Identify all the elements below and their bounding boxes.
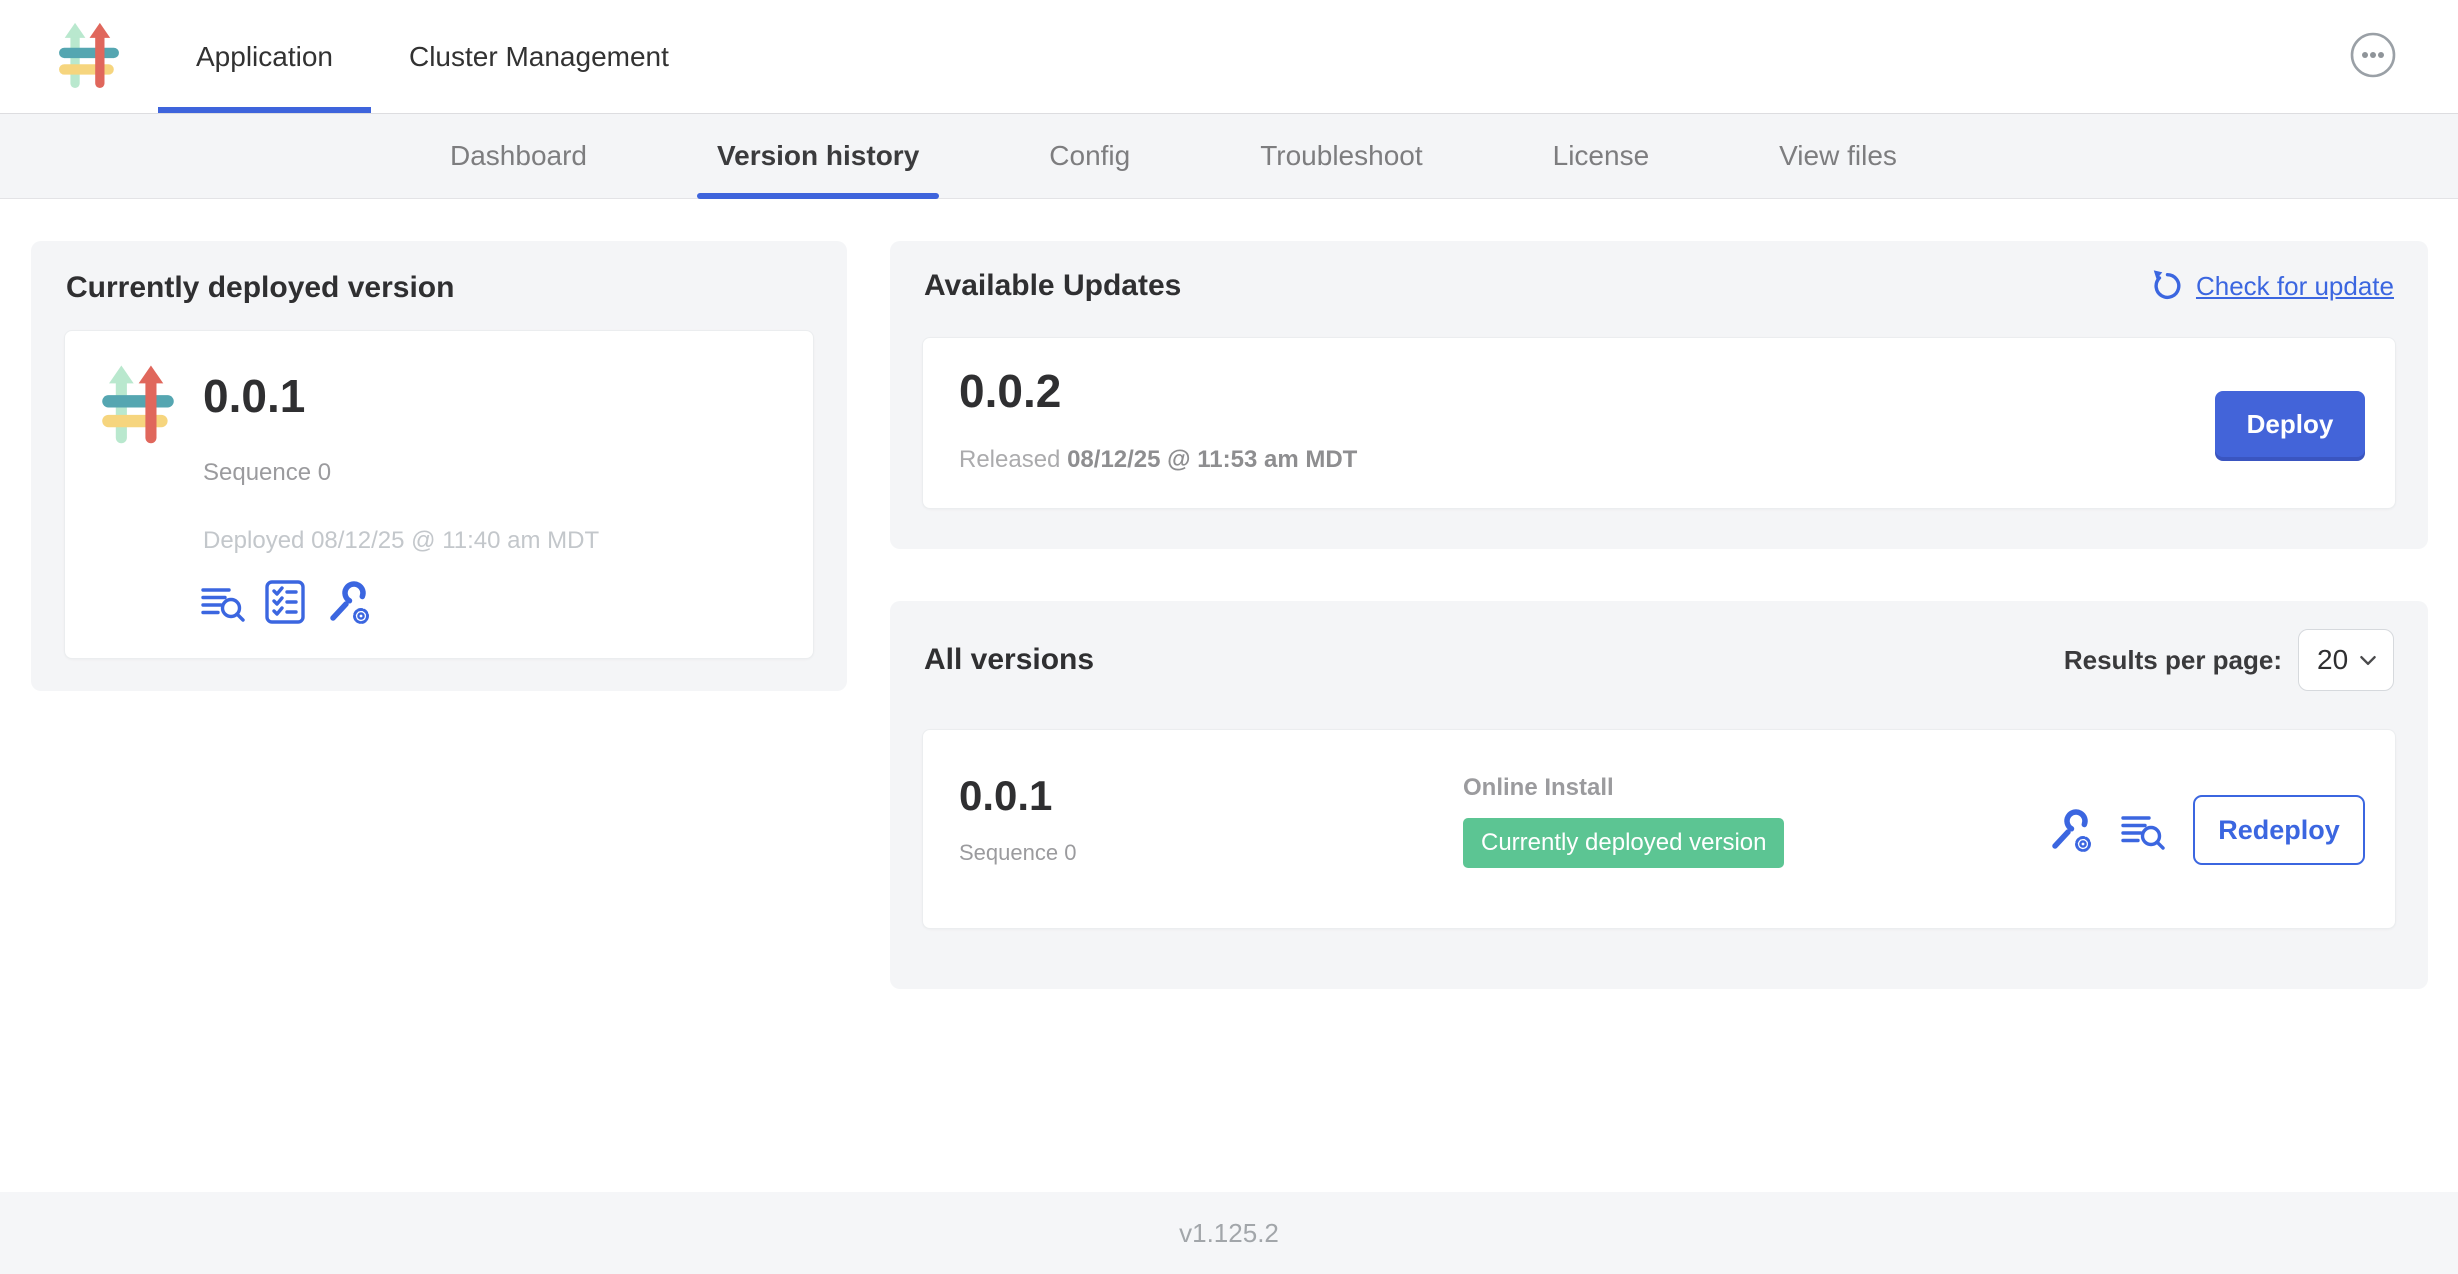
released-prefix: Released (959, 446, 1067, 473)
subnav-tab-license[interactable]: License (1533, 114, 1670, 198)
subnav-tab-view-files-label: View files (1779, 140, 1897, 172)
subnav-tab-dashboard[interactable]: Dashboard (430, 114, 607, 198)
deployed-version-number: 0.0.1 (203, 369, 305, 423)
deployed-timestamp: Deployed 08/12/25 @ 11:40 am MDT (203, 527, 599, 555)
header-tabs: Application Cluster Management (158, 0, 707, 113)
subnav-tab-troubleshoot[interactable]: Troubleshoot (1240, 114, 1442, 198)
currently-deployed-title: Currently deployed version (66, 271, 454, 305)
ellipsis-icon (2350, 32, 2396, 78)
app-subnav: Dashboard Version history Config Trouble… (0, 113, 2458, 199)
available-updates-card: Available Updates Check for update 0.0.2… (890, 241, 2428, 549)
more-options-button[interactable] (2350, 32, 2396, 78)
all-versions-title: All versions (924, 643, 1094, 677)
check-for-update-label: Check for update (2196, 271, 2394, 302)
available-updates-title: Available Updates (924, 269, 1181, 303)
app-header: Application Cluster Management (0, 0, 2458, 113)
deployed-version-panel: 0.0.1 Sequence 0 Deployed 08/12/25 @ 11:… (64, 330, 814, 659)
app-logo-icon[interactable] (58, 21, 120, 91)
config-icon[interactable] (325, 579, 371, 625)
kots-admin-console: Application Cluster Management Dashboard… (0, 0, 2458, 1274)
subnav-tab-version-history-label: Version history (717, 140, 919, 172)
diff-icon[interactable] (201, 582, 245, 622)
subnav-tab-view-files[interactable]: View files (1759, 114, 1917, 198)
deploy-button[interactable]: Deploy (2215, 391, 2365, 457)
config-icon[interactable] (2047, 807, 2093, 853)
results-per-page-label: Results per page: (2064, 645, 2282, 676)
check-for-update-link[interactable]: Check for update (2150, 269, 2394, 303)
update-row: 0.0.2 Released 08/12/25 @ 11:53 am MDT D… (922, 337, 2396, 509)
tab-cluster-management[interactable]: Cluster Management (371, 0, 707, 113)
subnav-tab-license-label: License (1553, 140, 1650, 172)
tab-application[interactable]: Application (158, 0, 371, 113)
redeploy-button[interactable]: Redeploy (2193, 795, 2365, 865)
subnav-tab-config-label: Config (1049, 140, 1130, 172)
chevron-down-icon (2359, 655, 2377, 666)
update-released-timestamp: Released 08/12/25 @ 11:53 am MDT (959, 446, 1357, 474)
tab-cluster-management-label: Cluster Management (409, 41, 669, 73)
refresh-icon (2150, 269, 2184, 303)
app-icon (101, 357, 175, 453)
subnav-tab-troubleshoot-label: Troubleshoot (1260, 140, 1422, 172)
subnav-tab-dashboard-label: Dashboard (450, 140, 587, 172)
tab-application-label: Application (196, 41, 333, 73)
diff-icon[interactable] (2121, 810, 2165, 850)
results-per-page: Results per page: 20 (2064, 629, 2394, 691)
row-actions: Redeploy (2047, 730, 2365, 930)
install-type: Online Install (1463, 774, 1784, 802)
app-footer: v1.125.2 (0, 1192, 2458, 1274)
deployed-version-actions (201, 579, 371, 625)
results-per-page-select[interactable]: 20 (2298, 629, 2394, 691)
subnav-tab-version-history[interactable]: Version history (697, 114, 939, 198)
all-versions-card: All versions Results per page: 20 0.0.1 … (890, 601, 2428, 989)
deployed-sequence: Sequence 0 (203, 459, 331, 487)
update-version-number: 0.0.2 (959, 364, 1061, 418)
subnav-tab-config[interactable]: Config (1029, 114, 1150, 198)
results-per-page-value: 20 (2317, 644, 2348, 676)
console-version: v1.125.2 (1179, 1218, 1279, 1249)
released-date: 08/12/25 @ 11:53 am MDT (1067, 446, 1357, 473)
preflight-checks-icon[interactable] (265, 580, 305, 624)
currently-deployed-badge: Currently deployed version (1463, 818, 1784, 868)
version-row: 0.0.1 Sequence 0 Online Install Currentl… (922, 729, 2396, 929)
currently-deployed-card: Currently deployed version 0.0.1 Sequenc… (31, 241, 847, 691)
row-version-number: 0.0.1 (959, 772, 1076, 820)
row-sequence: Sequence 0 (959, 840, 1076, 866)
main-content: Currently deployed version 0.0.1 Sequenc… (0, 200, 2458, 1192)
